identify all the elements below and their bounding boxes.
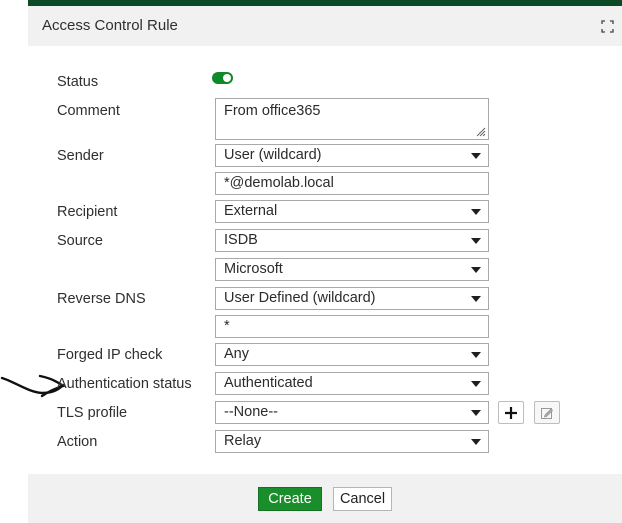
tls-profile-label: TLS profile [57, 405, 128, 421]
reverse-dns-pattern-value: * [224, 318, 230, 334]
recipient-value: External [224, 203, 278, 219]
source-type-select[interactable]: ISDB [215, 229, 489, 252]
action-select[interactable]: Relay [215, 430, 489, 453]
expand-icon[interactable] [601, 20, 614, 33]
cancel-button[interactable]: Cancel [333, 487, 392, 511]
action-label: Action [57, 434, 98, 450]
recipient-label: Recipient [57, 204, 118, 220]
sender-pattern-value: *@demolab.local [224, 175, 334, 191]
source-label: Source [57, 233, 103, 249]
resize-handle-icon[interactable] [474, 125, 486, 137]
chevron-down-icon [471, 410, 481, 416]
comment-textarea[interactable]: From office365 [215, 98, 489, 140]
tls-profile-select[interactable]: --None-- [215, 401, 489, 424]
chevron-down-icon [471, 296, 481, 302]
forged-ip-select[interactable]: Any [215, 343, 489, 366]
toggle-knob [223, 74, 231, 82]
tls-profile-value: --None-- [224, 404, 278, 420]
status-toggle[interactable] [212, 72, 233, 84]
chevron-down-icon [471, 352, 481, 358]
add-tls-profile-button[interactable] [498, 401, 524, 424]
comment-label: Comment [57, 103, 120, 119]
dialog-header: Access Control Rule [28, 6, 622, 46]
reverse-dns-type-select[interactable]: User Defined (wildcard) [215, 287, 489, 310]
reverse-dns-label: Reverse DNS [57, 291, 146, 307]
auth-status-value: Authenticated [224, 375, 313, 391]
chevron-down-icon [471, 267, 481, 273]
reverse-dns-type-value: User Defined (wildcard) [224, 290, 376, 306]
forged-ip-label: Forged IP check [57, 347, 163, 363]
create-button[interactable]: Create [258, 487, 322, 511]
sender-type-select[interactable]: User (wildcard) [215, 144, 489, 167]
action-value: Relay [224, 433, 262, 449]
edit-icon [541, 408, 554, 419]
plus-icon [505, 407, 517, 419]
source-value: Microsoft [224, 261, 283, 277]
sender-label: Sender [57, 148, 104, 164]
edit-tls-profile-button[interactable] [534, 401, 560, 424]
sender-type-value: User (wildcard) [224, 147, 322, 163]
forged-ip-value: Any [224, 346, 249, 362]
chevron-down-icon [471, 439, 481, 445]
chevron-down-icon [471, 209, 481, 215]
source-type-value: ISDB [224, 232, 258, 248]
dialog-footer [28, 474, 622, 523]
source-value-select[interactable]: Microsoft [215, 258, 489, 281]
chevron-down-icon [471, 381, 481, 387]
auth-status-label: Authentication status [57, 376, 192, 392]
auth-status-select[interactable]: Authenticated [215, 372, 489, 395]
comment-value: From office365 [224, 103, 321, 119]
status-label: Status [57, 74, 99, 90]
chevron-down-icon [471, 153, 481, 159]
recipient-select[interactable]: External [215, 200, 489, 223]
page-title: Access Control Rule [42, 17, 178, 34]
sender-pattern-input[interactable]: *@demolab.local [215, 172, 489, 195]
chevron-down-icon [471, 238, 481, 244]
reverse-dns-pattern-input[interactable]: * [215, 315, 489, 338]
